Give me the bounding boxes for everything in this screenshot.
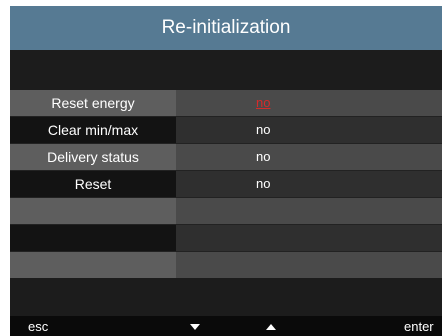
menu-item-value[interactable]: no: [176, 171, 442, 197]
menu-item-label: Reset: [10, 171, 176, 197]
empty-row: [10, 198, 442, 225]
empty-cell: [10, 225, 176, 251]
empty-row: [10, 225, 442, 252]
menu-item-label: Reset energy: [10, 90, 176, 116]
triangle-up-icon: [266, 324, 276, 330]
page-title: Re-initialization: [10, 6, 442, 50]
esc-button[interactable]: esc: [28, 316, 48, 336]
menu-row-clear-min-max[interactable]: Clear min/max no: [10, 117, 442, 144]
menu-item-label: Clear min/max: [10, 117, 176, 143]
menu-item-value[interactable]: no: [176, 90, 442, 116]
empty-cell: [176, 252, 442, 278]
menu-row-reset[interactable]: Reset no: [10, 171, 442, 198]
menu-item-value[interactable]: no: [176, 117, 442, 143]
device-screen: Re-initialization Reset energy no Clear …: [10, 6, 442, 336]
header-spacer: [10, 50, 442, 90]
menu-item-label: Delivery status: [10, 144, 176, 170]
empty-row: [10, 252, 442, 278]
enter-button[interactable]: enter: [404, 316, 434, 336]
menu-row-delivery-status[interactable]: Delivery status no: [10, 144, 442, 171]
empty-cell: [176, 225, 442, 251]
empty-cell: [176, 198, 442, 224]
softkey-bar: esc enter: [10, 316, 442, 336]
empty-cell: [10, 252, 176, 278]
triangle-down-icon: [190, 324, 200, 330]
menu-row-reset-energy[interactable]: Reset energy no: [10, 90, 442, 117]
menu-item-value[interactable]: no: [176, 144, 442, 170]
up-button[interactable]: [266, 316, 276, 336]
down-button[interactable]: [190, 316, 200, 336]
menu-list: Reset energy no Clear min/max no Deliver…: [10, 90, 442, 278]
empty-cell: [10, 198, 176, 224]
